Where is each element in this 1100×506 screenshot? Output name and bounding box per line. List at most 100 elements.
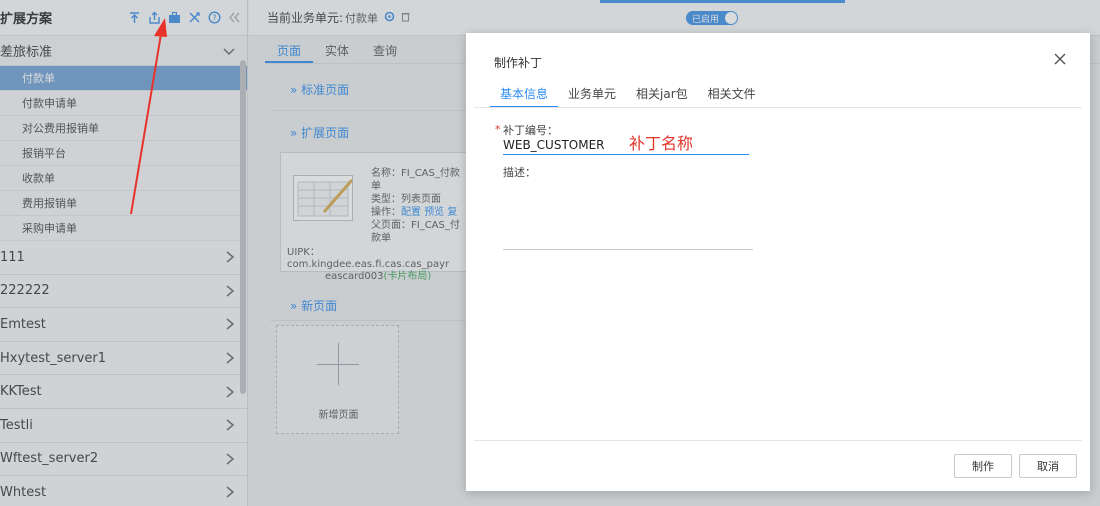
- make-button[interactable]: 制作: [954, 454, 1012, 478]
- card-parent: 父页面：FI_CAS_付款单: [371, 220, 460, 244]
- sidebar-toolbar: ?: [127, 11, 241, 25]
- delete-icon[interactable]: [400, 11, 411, 25]
- card-type: 类型：列表页面: [371, 194, 441, 205]
- patch-name-annotation: 补丁名称: [629, 134, 694, 153]
- section-divider: [270, 320, 470, 321]
- briefcase-icon[interactable]: [167, 11, 181, 25]
- new-page-label: 新增页面: [318, 410, 359, 421]
- sidebar-group-label: 差旅标准: [0, 45, 53, 60]
- sidebar-sub-item[interactable]: 对公费用报销单: [0, 116, 247, 141]
- svg-text:?: ?: [212, 14, 216, 23]
- business-unit-label: 当前业务单元:: [267, 11, 344, 25]
- section-extended-label: 扩展页面: [301, 126, 350, 140]
- required-marker: *: [495, 123, 501, 136]
- sidebar-sub-item[interactable]: 采购申请单: [0, 216, 247, 241]
- chevron-down-icon: [223, 47, 235, 55]
- chevron-right-icon: [226, 453, 235, 465]
- sidebar-category[interactable]: 111: [0, 241, 247, 275]
- sidebar-title: 扩展方案: [0, 12, 53, 27]
- uipk-value: com.kingdee.eas.fi.cas.cas_payr: [287, 259, 450, 270]
- new-page-button[interactable]: 新增页面: [276, 325, 399, 434]
- sidebar-category-label: Emtest: [0, 316, 46, 332]
- sidebar-category[interactable]: Testli: [0, 409, 247, 443]
- sidebar-category-label: 222222: [0, 283, 50, 299]
- section-new-page[interactable]: » 新页面: [290, 297, 337, 314]
- tab-query[interactable]: 查询: [361, 40, 409, 63]
- dialog-title: 制作补丁: [494, 56, 543, 70]
- section-standard-label: 标准页面: [301, 83, 350, 97]
- config-link[interactable]: 配置: [401, 207, 421, 218]
- enabled-toggle[interactable]: 已启用: [686, 11, 738, 25]
- chevron-right-icon: [226, 251, 235, 263]
- chevron-right-icon: [226, 386, 235, 398]
- help-icon[interactable]: ?: [207, 11, 221, 25]
- uipk-value-2: eascard003: [325, 271, 384, 282]
- preview-link[interactable]: 预览: [424, 207, 444, 218]
- chevron-right-icon: [226, 486, 235, 499]
- sidebar-category-label: Wftest_server2: [0, 451, 99, 467]
- sidebar-sub-item[interactable]: 付款单: [0, 66, 247, 91]
- chevron-right-icon: [226, 352, 235, 364]
- uipk-label: UIPK：: [287, 247, 320, 258]
- copy-link[interactable]: 复: [447, 207, 457, 218]
- sidebar-category-list: 111 222222 Emtest Hxytest_server1 KKTest Test…: [0, 241, 247, 506]
- collapse-icon[interactable]: [227, 11, 241, 25]
- page-thumbnail: [293, 175, 354, 221]
- dialog-tabs: 基本信息 业务单元 相关jar包 相关文件: [490, 86, 766, 108]
- sidebar-category-label: Testli: [0, 417, 33, 433]
- page-card-uipk: UIPK：com.kingdee.eas.fi.cas.cas_payr eas…: [287, 247, 469, 283]
- sidebar: 扩展方案 ? 差旅标准 付款单 付款申请单 对公费用报销单 报销平台 收款单 费…: [0, 0, 248, 506]
- card-name: 名称：FI_CAS_付款单: [371, 168, 460, 192]
- tab-related-files[interactable]: 相关文件: [698, 86, 766, 108]
- close-icon[interactable]: [1053, 52, 1067, 66]
- sidebar-header: 扩展方案 ?: [0, 0, 247, 36]
- sidebar-category[interactable]: 222222: [0, 275, 247, 309]
- chevron-right-icon: [226, 285, 235, 297]
- sidebar-sub-item[interactable]: 付款申请单: [0, 91, 247, 116]
- make-patch-dialog: 制作补丁 基本信息 业务单元 相关jar包 相关文件 * 补丁编号： 补丁名称 …: [466, 33, 1090, 491]
- sidebar-category[interactable]: Whtest: [0, 476, 247, 506]
- tab-basic-info[interactable]: 基本信息: [490, 86, 559, 108]
- sidebar-sub-item[interactable]: 报销平台: [0, 141, 247, 166]
- section-extended-page[interactable]: » 扩展页面: [290, 124, 349, 141]
- sidebar-category[interactable]: Emtest: [0, 308, 247, 342]
- section-new-label: 新页面: [301, 299, 338, 313]
- chevron-right-icon: [226, 419, 235, 431]
- section-standard-page[interactable]: » 标准页面: [290, 81, 349, 98]
- business-unit-value: 付款单: [345, 11, 379, 25]
- sidebar-category-label: Hxytest_server1: [0, 350, 107, 366]
- sidebar-category[interactable]: Wftest_server2: [0, 443, 247, 477]
- sidebar-category[interactable]: KKTest: [0, 375, 247, 409]
- topbar-accent-strip: [600, 0, 845, 3]
- sidebar-sub-list: 付款单 付款申请单 对公费用报销单 报销平台 收款单 费用报销单 采购申请单: [0, 66, 247, 241]
- sidebar-category[interactable]: Hxytest_server1: [0, 342, 247, 376]
- sidebar-scrollbar[interactable]: [240, 60, 246, 394]
- sidebar-sub-item[interactable]: 收款单: [0, 166, 247, 191]
- description-input[interactable]: [503, 249, 753, 250]
- sidebar-group-travel[interactable]: 差旅标准: [0, 36, 247, 66]
- description-label: 描述：: [503, 166, 536, 179]
- to-top-icon[interactable]: [127, 11, 141, 25]
- patch-no-input[interactable]: [503, 135, 749, 155]
- toggle-label: 已启用: [692, 14, 720, 25]
- plus-icon-vertical: [338, 343, 339, 385]
- card-ops: 操作：配置 预览 复: [371, 206, 469, 219]
- chevron-double-right-icon: »: [290, 299, 298, 313]
- settings-icon[interactable]: [384, 11, 395, 25]
- cancel-button[interactable]: 取消: [1019, 454, 1077, 478]
- upload-icon[interactable]: [147, 11, 161, 25]
- sidebar-category-label: Whtest: [0, 484, 47, 500]
- shuffle-icon[interactable]: [187, 11, 201, 25]
- dialog-tab-divider: [474, 107, 1082, 108]
- tab-related-jar[interactable]: 相关jar包: [626, 86, 698, 108]
- tab-page[interactable]: 页面: [265, 40, 314, 63]
- section-divider: [270, 110, 470, 111]
- topbar: 当前业务单元: 付款单 已启用: [249, 0, 1100, 36]
- sidebar-sub-item[interactable]: 费用报销单: [0, 191, 247, 216]
- page-card[interactable]: 名称：FI_CAS_付款单 类型：列表页面 操作：配置 预览 复 父页面：FI_…: [280, 152, 470, 282]
- tab-business-unit[interactable]: 业务单元: [558, 86, 626, 108]
- sidebar-category-label: KKTest: [0, 384, 42, 400]
- page-card-meta: 名称：FI_CAS_付款单 类型：列表页面 操作：配置 预览 复 父页面：FI_…: [371, 167, 469, 245]
- chevron-right-icon: [226, 318, 235, 331]
- tab-entity[interactable]: 实体: [313, 40, 361, 63]
